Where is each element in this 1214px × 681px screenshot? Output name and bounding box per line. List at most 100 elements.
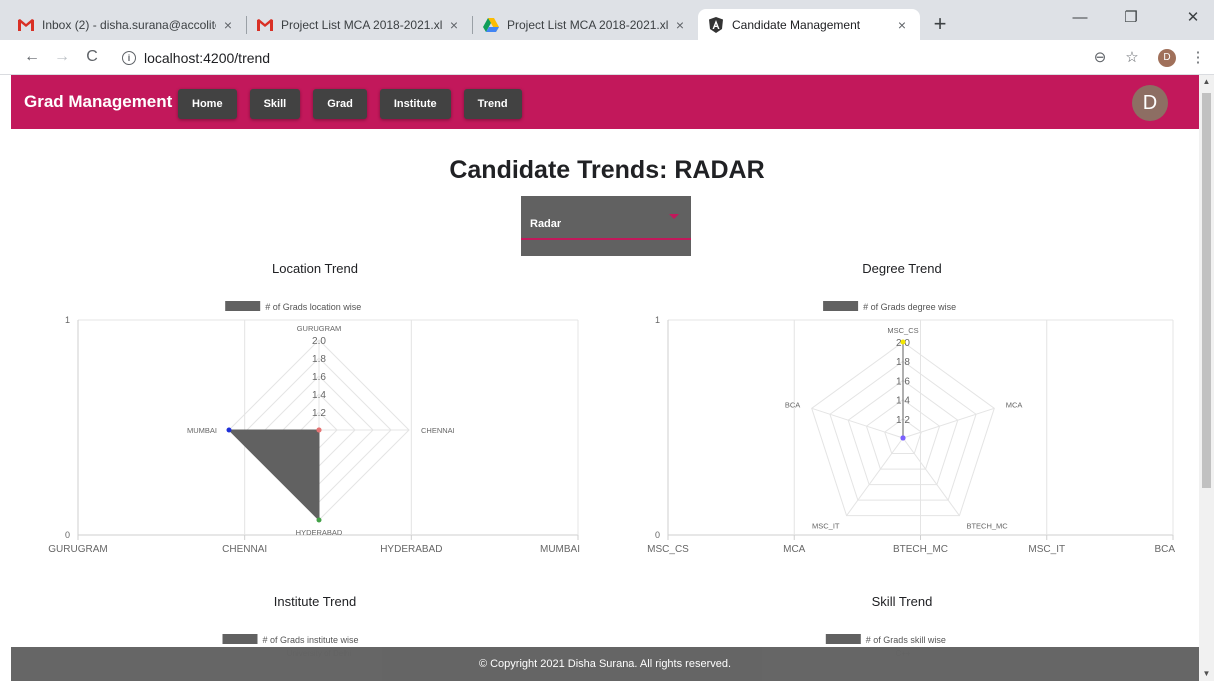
tab-title: Project List MCA 2018-2021.xlsx [507,17,668,32]
x-tick-label: MCA [783,544,806,555]
nav-trend-button[interactable]: Trend [463,89,522,119]
nav-home-button[interactable]: Home [178,89,237,119]
legend-swatch [823,301,859,311]
radar-tick-label: 1.6 [312,372,326,383]
degree-trend-chart: # of Grads degree wise MSC_CS MCA BTECH_MC M… [647,301,1175,555]
legend-swatch [825,634,861,644]
radar-data-area [227,429,320,522]
browser-toolbar: ← → C i localhost:4200/trend ⊖ ☆ D ⋮ [0,40,1214,75]
bookmark-star-icon[interactable]: ☆ [1122,48,1142,68]
x-tick-label: GURUGRAM [48,544,107,555]
zoom-icon[interactable]: ⊖ [1090,48,1110,68]
x-tick-label: BCA [1154,544,1175,555]
legend-label: # of Grads skill wise [866,635,946,645]
chart-type-select[interactable]: Radar [521,196,691,256]
radar-point-label: HYDERABAD [296,528,343,537]
x-tick-label: MSC_IT [1028,544,1065,555]
site-info-icon[interactable]: i [122,51,136,65]
new-tab-button[interactable]: + [926,11,954,39]
radar-point-label: MSC_CS [887,326,918,335]
degree-trend-title: Degree Trend [862,261,942,276]
y-tick-label: 1 [65,315,70,325]
nav-grad-button[interactable]: Grad [313,89,367,119]
page-footer: © Copyright 2021 Disha Surana. All right… [11,647,1199,681]
radar-data-point [900,339,906,345]
browser-tab-active[interactable]: Candidate Management × [698,9,920,40]
browser-tab[interactable]: Inbox (2) - disha.surana@accolite × [8,9,246,40]
legend-label: # of Grads institute wise [263,635,359,645]
legend-swatch [222,634,258,644]
chart-type-select-value: Radar [530,218,562,230]
back-arrow-icon[interactable]: ← [21,46,43,68]
close-tab-icon[interactable]: × [672,17,688,33]
x-tick-label: CHENNAI [222,544,267,555]
radar-spoke [902,437,960,516]
window-close-icon[interactable]: ✕ [1178,6,1208,30]
dropdown-arrow-icon [669,214,679,219]
scroll-down-icon[interactable]: ▼ [1199,667,1214,681]
y-tick-label: 0 [655,530,660,540]
angular-icon [708,16,724,33]
gmail-icon [18,17,34,33]
forward-arrow-icon[interactable]: → [51,46,73,68]
browser-profile-icon[interactable]: D [1158,49,1176,67]
minimize-icon[interactable]: — [1065,6,1095,30]
radar-point-label: MCA [1006,401,1023,410]
radar-data-point [316,517,322,523]
page-title: Candidate Trends: RADAR [449,156,765,184]
x-tick-label: MSC_CS [647,544,689,555]
radar-point-label: BCA [785,401,800,410]
radar-tick-label: 1.8 [312,354,326,365]
radar-data-point [900,435,906,441]
x-tick-label: MUMBAI [540,544,580,555]
radar-tick-label: 1.2 [312,408,326,419]
radar-data-point [316,427,322,433]
legend-label: # of Grads location wise [265,302,361,312]
x-tick-label: HYDERABAD [380,544,442,555]
radar-point-label: MSC_IT [812,521,840,530]
legend-swatch [225,301,261,311]
institute-trend-title: Institute Trend [273,594,357,609]
location-trend-chart: # of Grads location wise GURUGRAM CHENNAI H… [48,301,580,555]
scrollbar-thumb[interactable] [1202,93,1211,488]
radar-tick-label: 1.4 [312,390,326,401]
skill-trend-title: Skill Trend [871,594,933,609]
browser-menu-icon[interactable]: ⋮ [1188,48,1208,68]
browser-tab[interactable]: Project List MCA 2018-2021.xlsx × [473,9,698,40]
legend-label: # of Grads degree wise [863,302,956,312]
radar-point-label: CHENNAI [421,426,455,435]
close-tab-icon[interactable]: × [220,17,236,33]
close-tab-icon[interactable]: × [446,17,462,33]
radar-spoke [811,407,904,439]
radar-tick-label: 2.0 [312,336,326,347]
nav-skill-button[interactable]: Skill [249,89,301,119]
main-nav: Home Skill Grad Institute Trend [178,89,535,119]
reload-icon[interactable]: C [81,46,103,68]
radar-spoke [846,437,904,516]
y-tick-label: 0 [65,530,70,540]
address-bar[interactable]: i localhost:4200/trend [114,45,1144,71]
google-drive-icon [483,17,499,33]
tab-title: Candidate Management [732,17,861,32]
brand-title[interactable]: Grad Management [24,92,172,112]
radar-point-label: MUMBAI [187,426,217,435]
browser-tab[interactable]: Project List MCA 2018-2021.xlsx × [247,9,472,40]
radar-point-label: GURUGRAM [297,324,342,333]
radar-data-point [226,427,232,433]
tab-title: Project List MCA 2018-2021.xlsx [281,17,442,32]
user-avatar[interactable]: D [1132,85,1168,121]
restore-icon[interactable]: ❐ [1116,6,1146,30]
y-tick-label: 1 [655,315,660,325]
gmail-icon [257,17,273,33]
url-text: localhost:4200/trend [144,50,271,66]
radar-spoke [902,407,995,439]
x-tick-label: BTECH_MC [893,544,948,555]
close-tab-icon[interactable]: × [894,17,910,33]
location-trend-title: Location Trend [271,261,358,276]
radar-point-label: BTECH_MC [966,521,1008,530]
tab-title: Inbox (2) - disha.surana@accolite [42,17,216,32]
browser-tab-strip: Inbox (2) - disha.surana@accolite × Proj… [0,0,1214,40]
nav-institute-button[interactable]: Institute [379,89,451,119]
select-underline [521,238,691,240]
scroll-up-icon[interactable]: ▲ [1199,75,1214,89]
